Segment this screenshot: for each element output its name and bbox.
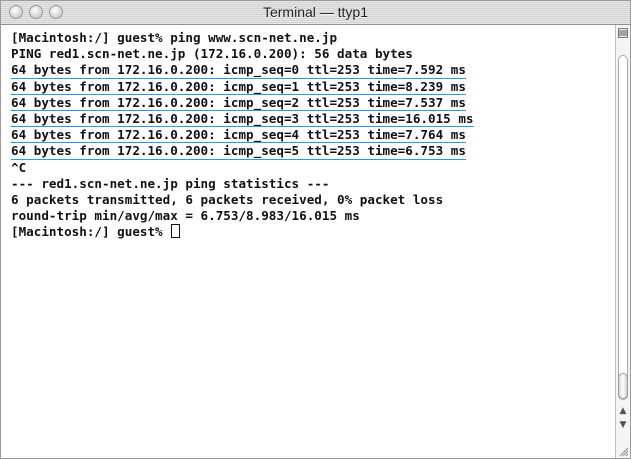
terminal-line: 64 bytes from 172.16.0.200: icmp_seq=5 t… xyxy=(11,143,466,160)
line-text: 64 bytes from 172.16.0.200: icmp_seq=5 t… xyxy=(11,143,466,159)
scroll-track[interactable] xyxy=(618,55,628,400)
title-bar[interactable]: Terminal — ttyp1 xyxy=(1,1,630,25)
terminal-line: 64 bytes from 172.16.0.200: icmp_seq=3 t… xyxy=(11,110,474,128)
terminal-line: 64 bytes from 172.16.0.200: icmp_seq=4 t… xyxy=(11,127,466,144)
line-text: PING red1.scn-net.ne.jp (172.16.0.200): … xyxy=(11,46,413,62)
line-text: 64 bytes from 172.16.0.200: icmp_seq=4 t… xyxy=(11,127,466,143)
prompt-line: [Macintosh:/] guest% xyxy=(11,224,474,240)
arrow-up-icon[interactable]: ▲ xyxy=(617,405,629,417)
resize-grip-icon[interactable] xyxy=(617,445,629,457)
line-text: 64 bytes from 172.16.0.200: icmp_seq=1 t… xyxy=(11,78,466,94)
terminal-output[interactable]: [Macintosh:/] guest% ping www.scn-net.ne… xyxy=(1,25,615,458)
line-text: ^C xyxy=(11,159,27,175)
terminal-window: Terminal — ttyp1 [Macintosh:/] guest% pi… xyxy=(0,0,631,459)
line-text: 64 bytes from 172.16.0.200: icmp_seq=0 t… xyxy=(11,62,466,78)
terminal-line: PING red1.scn-net.ne.jp (172.16.0.200): … xyxy=(11,46,474,62)
line-text: --- red1.scn-net.ne.jp ping statistics -… xyxy=(11,175,330,191)
terminal-line: 6 packets transmitted, 6 packets receive… xyxy=(11,192,474,208)
terminal-line: round-trip min/avg/max = 6.753/8.983/16.… xyxy=(11,208,474,224)
line-text: 64 bytes from 172.16.0.200: icmp_seq=2 t… xyxy=(11,94,466,110)
terminal-line: 64 bytes from 172.16.0.200: icmp_seq=1 t… xyxy=(11,79,466,95)
terminal-lines: [Macintosh:/] guest% ping www.scn-net.ne… xyxy=(11,30,474,240)
terminal-line: [Macintosh:/] guest% ping www.scn-net.ne… xyxy=(11,30,474,46)
terminal-line: ^C xyxy=(11,160,474,176)
text-cursor xyxy=(171,224,181,239)
line-text: round-trip min/avg/max = 6.753/8.983/16.… xyxy=(11,208,360,224)
terminal-line: 64 bytes from 172.16.0.200: icmp_seq=0 t… xyxy=(11,62,466,79)
terminal-line: --- red1.scn-net.ne.jp ping statistics -… xyxy=(11,176,474,192)
window-title: Terminal — ttyp1 xyxy=(262,4,369,20)
line-text: 6 packets transmitted, 6 packets receive… xyxy=(11,191,444,207)
terminal-line: 64 bytes from 172.16.0.200: icmp_seq=2 t… xyxy=(11,95,466,111)
vertical-scrollbar[interactable]: ▲ ▼ xyxy=(615,25,630,458)
scroll-thumb[interactable] xyxy=(618,373,628,399)
line-text: [Macintosh:/] guest% ping www.scn-net.ne… xyxy=(11,30,338,45)
split-pane-icon[interactable] xyxy=(618,28,628,38)
arrow-down-icon[interactable]: ▼ xyxy=(617,419,629,431)
line-text: [Macintosh:/] guest% xyxy=(11,224,171,240)
line-text: 64 bytes from 172.16.0.200: icmp_seq=3 t… xyxy=(11,110,474,126)
